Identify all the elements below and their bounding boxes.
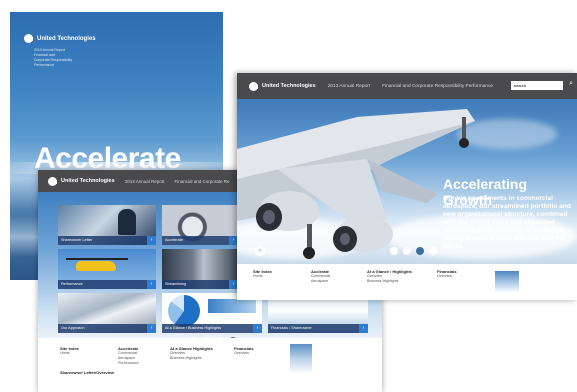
back-nav-financial[interactable]: Financial and Corporate Re	[174, 179, 229, 184]
front-topbar: United Technologies 2013 Annual Report F…	[237, 73, 577, 99]
tile-performance[interactable]: Performance ›	[58, 249, 156, 289]
cover-subtext: 2013 Annual Report Financial and Corpora…	[34, 48, 72, 68]
back-brand: United Technologies	[61, 178, 115, 184]
back-footer: Site Index Home Accelerate Commercial Ae…	[38, 338, 382, 392]
footer-col-financials: Financials Overview	[234, 346, 254, 356]
search-input[interactable]	[511, 81, 563, 90]
tile-shareowner-letter[interactable]: Shareowner Letter ›	[58, 205, 156, 245]
carousel-dot[interactable]	[390, 247, 398, 255]
hero-prev-button[interactable]: ‹	[255, 246, 265, 256]
person-silhouette-icon	[118, 209, 136, 235]
front-nav-financial[interactable]: Financial and Corporate Responsibility P…	[382, 84, 493, 89]
cover-logo: United Technologies	[24, 34, 96, 43]
footer-report-thumbnail[interactable]	[495, 271, 519, 293]
footer-link[interactable]: Overview	[437, 274, 457, 279]
front-logo[interactable]: United Technologies	[249, 81, 316, 91]
tile-caption: Shareowner Letter	[58, 236, 156, 245]
tile-arrow-icon[interactable]: ›	[147, 236, 156, 245]
tile-streamlining[interactable]: Streamlining ›	[162, 249, 238, 289]
hero-text: Our big investments in commercial aerosp…	[443, 195, 571, 250]
tile-accelerate[interactable]: Accelerate ›	[162, 205, 238, 245]
footer-report-thumbnail[interactable]	[290, 344, 312, 374]
footer-link[interactable]: Overview	[234, 351, 254, 356]
airplane-graphic-icon	[237, 109, 475, 259]
helicopter-icon	[76, 261, 116, 271]
back-nav-annual-report[interactable]: 2013 Annual Report	[125, 179, 165, 184]
tile-arrow-icon[interactable]: ›	[359, 324, 368, 333]
footer-col-accelerate: Accelerate Commercial Aerospace Performa…	[118, 346, 139, 366]
tile-caption: Performance	[58, 280, 156, 289]
tile-arrow-icon[interactable]: ›	[253, 324, 262, 333]
utc-logo-icon	[249, 81, 258, 91]
utc-logo-icon	[24, 34, 33, 43]
cover-subtext-line: Performance	[34, 63, 55, 67]
tile-arrow-icon[interactable]: ›	[147, 324, 156, 333]
tile-caption: Accelerate	[162, 236, 238, 245]
utc-logo-icon	[48, 176, 57, 186]
back-logo[interactable]: United Technologies	[48, 176, 115, 186]
search-icon[interactable]: ⌕	[569, 80, 573, 88]
footer-link[interactable]: Aerospace	[311, 279, 330, 284]
pie-graphic-icon	[168, 295, 200, 327]
homepage-hero-screenshot: United Technologies 2013 Annual Report F…	[237, 73, 577, 300]
hero-carousel-dots	[390, 247, 437, 255]
tile-our-approach[interactable]: Our Approach ›	[58, 293, 156, 333]
tile-caption: Our Approach	[58, 324, 156, 333]
front-nav-annual-report[interactable]: 2013 Annual Report	[328, 84, 370, 89]
footer-col-at-a-glance: At a Glance / Highlights Overview Busine…	[367, 269, 412, 284]
footer-col-site-index: Site Index Home	[60, 346, 79, 356]
footer-link[interactable]: Business Highlights	[170, 356, 213, 361]
tile-arrow-icon[interactable]: ›	[147, 280, 156, 289]
footer-col-shareowner: Shareowner Letter/Overview	[60, 370, 114, 375]
plane-graphic-icon	[208, 299, 256, 313]
carousel-dot[interactable]	[429, 247, 437, 255]
tile-caption: Streamlining	[162, 280, 238, 289]
carousel-dot[interactable]	[403, 247, 411, 255]
front-brand: United Technologies	[262, 83, 316, 89]
rotor-icon	[66, 258, 128, 260]
hero-banner: Accelerating Growth Our big investments …	[237, 99, 577, 264]
footer-heading: Shareowner Letter/Overview	[60, 370, 115, 375]
footer-col-financials: Financials Overview	[437, 269, 457, 279]
footer-link[interactable]: Home	[60, 351, 70, 355]
footer-col-accelerate: Acclerate Commercial Aerospace	[311, 269, 330, 284]
front-footer: Site Index Home Acclerate Commercial Aer…	[237, 264, 577, 300]
cover-brand: United Technologies	[37, 35, 96, 42]
carousel-dot-active[interactable]	[416, 247, 424, 255]
footer-col-site-index: Site Index Home	[253, 269, 272, 279]
footer-link[interactable]: Performance	[118, 361, 139, 366]
footer-link[interactable]: Business Highlights	[367, 279, 412, 284]
tile-caption: At a Glance / Business Highlights	[162, 324, 262, 333]
footer-col-at-a-glance: At a Glance Highlights Overview Business…	[170, 346, 213, 361]
footer-link[interactable]: Home	[253, 274, 272, 279]
tile-caption: Financials / Shareowner	[268, 324, 368, 333]
